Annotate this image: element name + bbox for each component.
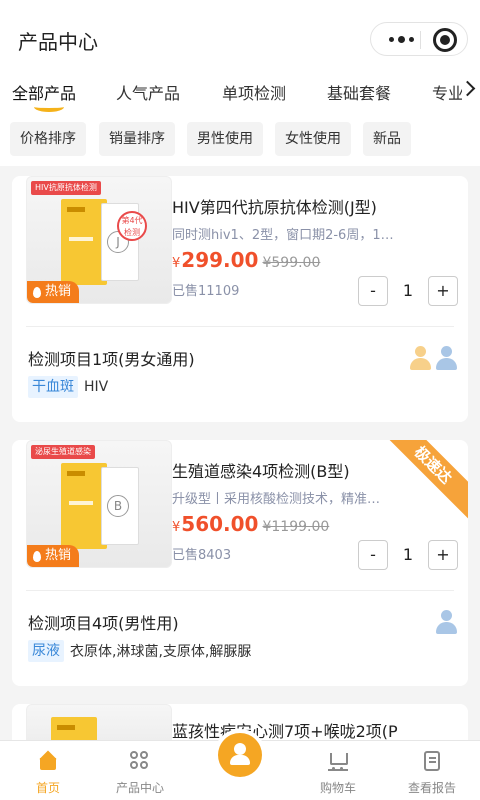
quantity-value: 1 bbox=[402, 281, 414, 300]
product-card[interactable]: 极速达 泌尿生殖道感染 B 热销 生殖道感染4项检测(B型) 升级型丨采用核酸检… bbox=[12, 440, 468, 686]
divider bbox=[26, 590, 454, 591]
filter-female[interactable]: 女性使用 bbox=[275, 122, 351, 156]
image-banner: 泌尿生殖道感染 bbox=[31, 445, 95, 459]
decrease-button[interactable]: - bbox=[358, 540, 388, 570]
increase-button[interactable]: + bbox=[428, 276, 458, 306]
male-user-icon bbox=[434, 610, 458, 634]
filter-bar: 价格排序 销量排序 男性使用 女性使用 新品 bbox=[0, 120, 480, 166]
capsule-divider bbox=[420, 31, 421, 49]
tab-all-products[interactable]: 全部产品 bbox=[12, 80, 76, 104]
product-name[interactable]: 蓝孩性病安心测7项+喉咙2项(P bbox=[172, 718, 456, 740]
tab-home[interactable]: 首页 bbox=[0, 741, 96, 800]
test-items-list: 衣原体,淋球菌,支原体,解脲脲 bbox=[70, 644, 252, 660]
image-banner: HIV抗原抗体检测 bbox=[31, 181, 101, 195]
test-items-title: 检测项目4项(男性用) bbox=[28, 614, 179, 633]
currency-symbol: ¥ bbox=[172, 256, 181, 271]
product-card[interactable]: HIV抗原抗体检测 J 第4代检测 热销 HIV第四代抗原抗体检测(J型) 同时… bbox=[12, 176, 468, 422]
doctor-icon bbox=[230, 743, 250, 765]
test-items-list: HIV bbox=[84, 379, 109, 395]
tab-home-label: 首页 bbox=[35, 781, 60, 795]
flame-icon bbox=[33, 550, 41, 562]
tab-report[interactable]: 查看报告 bbox=[384, 741, 480, 800]
product-image[interactable]: HIV抗原抗体检测 J 第4代检测 热销 bbox=[26, 176, 172, 304]
decrease-button[interactable]: - bbox=[358, 276, 388, 306]
sold-count: 已售8403 bbox=[172, 548, 232, 563]
hot-label: 热销 bbox=[45, 548, 72, 563]
tab-basic-package[interactable]: 基础套餐 bbox=[327, 80, 391, 104]
kit-box-graphic bbox=[51, 717, 97, 740]
product-image[interactable] bbox=[26, 704, 172, 740]
quantity-stepper: - 1 + bbox=[358, 276, 458, 306]
generation-seal: 第4代检测 bbox=[117, 211, 147, 241]
test-items-row: 干血斑 HIV bbox=[28, 376, 108, 398]
doctor-consult-button[interactable] bbox=[218, 733, 262, 777]
tab-product-center-label: 产品中心 bbox=[115, 781, 164, 795]
sold-count: 已售11109 bbox=[172, 284, 240, 299]
product-description: 同时测hiv1、2型，窗口期2-6周，1… bbox=[172, 228, 394, 243]
bottom-tab-bar: 首页 产品中心 购物车 查看报告 bbox=[0, 733, 480, 800]
hot-badge: 热销 bbox=[27, 545, 80, 567]
price-row: ¥ 299.00 ¥599.00 bbox=[172, 248, 320, 272]
page-title: 产品中心 bbox=[18, 30, 98, 54]
hot-label: 热销 bbox=[45, 284, 72, 299]
filter-new[interactable]: 新品 bbox=[363, 122, 411, 156]
flame-icon bbox=[33, 286, 41, 298]
cart-icon bbox=[328, 751, 348, 771]
product-image[interactable]: 泌尿生殖道感染 B 热销 bbox=[26, 440, 172, 568]
tab-single-test[interactable]: 单项检测 bbox=[222, 80, 286, 104]
price-row: ¥ 560.00 ¥1199.00 bbox=[172, 512, 329, 536]
report-icon bbox=[424, 751, 440, 771]
active-tab-indicator bbox=[34, 102, 64, 112]
divider bbox=[26, 326, 454, 327]
test-items-row: 尿液 衣原体,淋球菌,支原体,解脲脲 bbox=[28, 640, 251, 662]
female-user-icon bbox=[408, 346, 432, 370]
current-price: 299.00 bbox=[181, 248, 259, 272]
tab-popular[interactable]: 人气产品 bbox=[116, 80, 180, 104]
filter-price-sort[interactable]: 价格排序 bbox=[10, 122, 86, 156]
home-icon bbox=[38, 751, 58, 771]
product-description: 升级型丨采用核酸检测技术，精准… bbox=[172, 492, 381, 507]
navigation-bar: 产品中心 bbox=[0, 0, 480, 76]
tab-cart-label: 购物车 bbox=[319, 781, 356, 795]
current-price: 560.00 bbox=[181, 512, 259, 536]
original-price: ¥599.00 bbox=[262, 255, 321, 271]
chevron-right-icon[interactable] bbox=[462, 78, 476, 100]
tab-professional[interactable]: 专业 bbox=[432, 80, 464, 104]
tab-report-label: 查看报告 bbox=[407, 781, 456, 795]
currency-symbol: ¥ bbox=[172, 520, 181, 535]
test-items-title: 检测项目1项(男女通用) bbox=[28, 350, 195, 369]
increase-button[interactable]: + bbox=[428, 540, 458, 570]
category-tabs: 全部产品 人气产品 单项检测 基础套餐 专业 bbox=[0, 76, 480, 120]
quantity-value: 1 bbox=[402, 545, 414, 564]
hot-badge: 热销 bbox=[27, 281, 80, 303]
close-target-icon[interactable] bbox=[433, 28, 457, 52]
filter-sales-sort[interactable]: 销量排序 bbox=[99, 122, 175, 156]
sample-type-tag: 尿液 bbox=[28, 640, 64, 662]
sample-type-tag: 干血斑 bbox=[28, 376, 78, 398]
grid-icon bbox=[130, 751, 150, 771]
more-icon[interactable] bbox=[385, 31, 417, 47]
filter-male[interactable]: 男性使用 bbox=[187, 122, 263, 156]
male-user-icon bbox=[434, 346, 458, 370]
original-price: ¥1199.00 bbox=[262, 519, 330, 535]
kit-letter: B bbox=[107, 495, 129, 517]
tab-cart[interactable]: 购物车 bbox=[290, 741, 386, 800]
miniprogram-capsule bbox=[370, 22, 468, 56]
product-name[interactable]: 生殖道感染4项检测(B型) bbox=[172, 458, 456, 482]
product-name[interactable]: HIV第四代抗原抗体检测(J型) bbox=[172, 194, 456, 218]
tab-product-center[interactable]: 产品中心 bbox=[92, 741, 188, 800]
quantity-stepper: - 1 + bbox=[358, 540, 458, 570]
